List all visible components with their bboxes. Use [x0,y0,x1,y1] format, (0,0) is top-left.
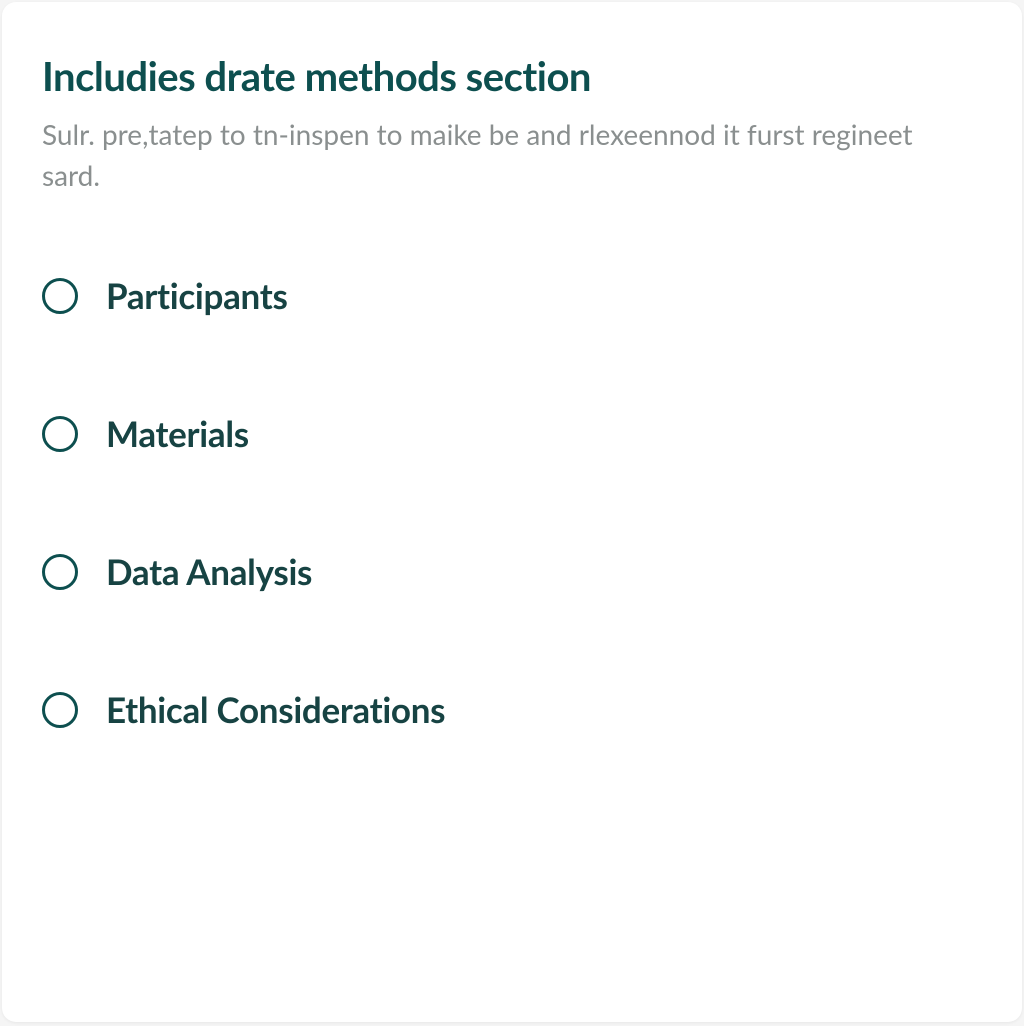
radio-icon [42,278,78,314]
option-participants[interactable]: Participants [42,275,982,317]
option-data-analysis[interactable]: Data Analysis [42,551,982,593]
section-subtitle: Sulr. pre,tatep to tn-inspen to maike be… [42,114,942,195]
option-label: Participants [106,275,288,317]
section-title: Includies drate methods section [42,52,982,100]
option-label: Materials [106,413,249,455]
option-label: Data Analysis [106,551,312,593]
radio-icon [42,692,78,728]
option-materials[interactable]: Materials [42,413,982,455]
option-label: Ethical Considerations [106,689,445,731]
methods-section-card: Includies drate methods section Sulr. pr… [2,2,1022,1022]
radio-icon [42,416,78,452]
radio-icon [42,554,78,590]
option-ethical-considerations[interactable]: Ethical Considerations [42,689,982,731]
options-list: Participants Materials Data Analysis Eth… [42,275,982,731]
